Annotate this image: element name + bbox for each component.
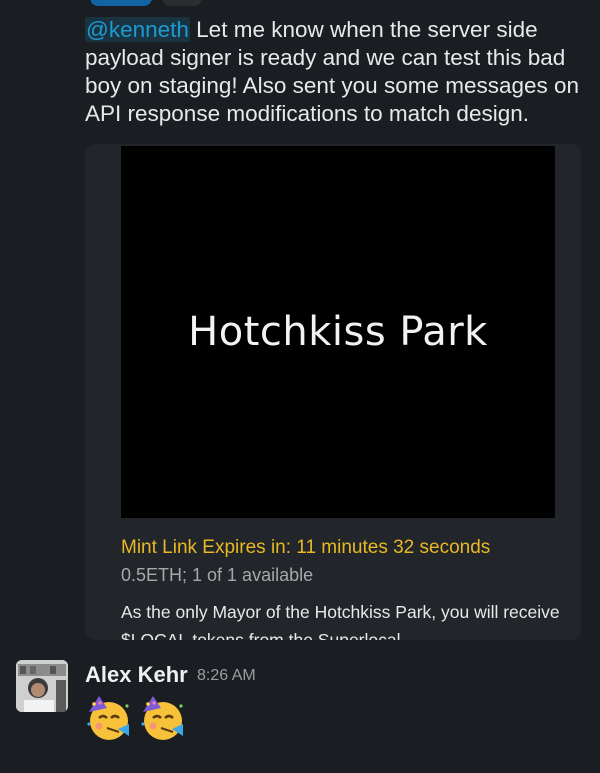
unfurl-description: As the only Mayor of the Hotchkiss Park,… bbox=[121, 602, 560, 640]
emoji-message bbox=[85, 694, 187, 742]
nft-preview-image[interactable]: Hotchkiss Park bbox=[121, 146, 555, 518]
avatar-photo-icon bbox=[16, 660, 68, 712]
message-timestamp[interactable]: 8:26 AM bbox=[197, 667, 256, 685]
mint-expiry-text: Mint Link Expires in: 11 minutes 32 seco… bbox=[121, 537, 491, 558]
reaction-chip[interactable] bbox=[90, 0, 152, 6]
user-mention[interactable]: @kenneth bbox=[85, 17, 190, 42]
nft-image-title: Hotchkiss Park bbox=[188, 309, 488, 355]
previous-reactions bbox=[90, 0, 202, 6]
add-reaction-chip[interactable] bbox=[162, 0, 202, 6]
message-body: @kenneth Let me know when the server sid… bbox=[85, 16, 590, 128]
avatar[interactable] bbox=[16, 660, 68, 712]
partying-face-emoji-icon bbox=[87, 696, 129, 740]
link-unfurl-card[interactable]: Hotchkiss Park Mint Link Expires in: 11 … bbox=[85, 144, 581, 640]
price-availability-text: 0.5ETH; 1 of 1 available bbox=[121, 565, 314, 585]
sender-name[interactable]: Alex Kehr bbox=[85, 662, 188, 688]
partying-face-emoji-icon bbox=[141, 696, 183, 740]
